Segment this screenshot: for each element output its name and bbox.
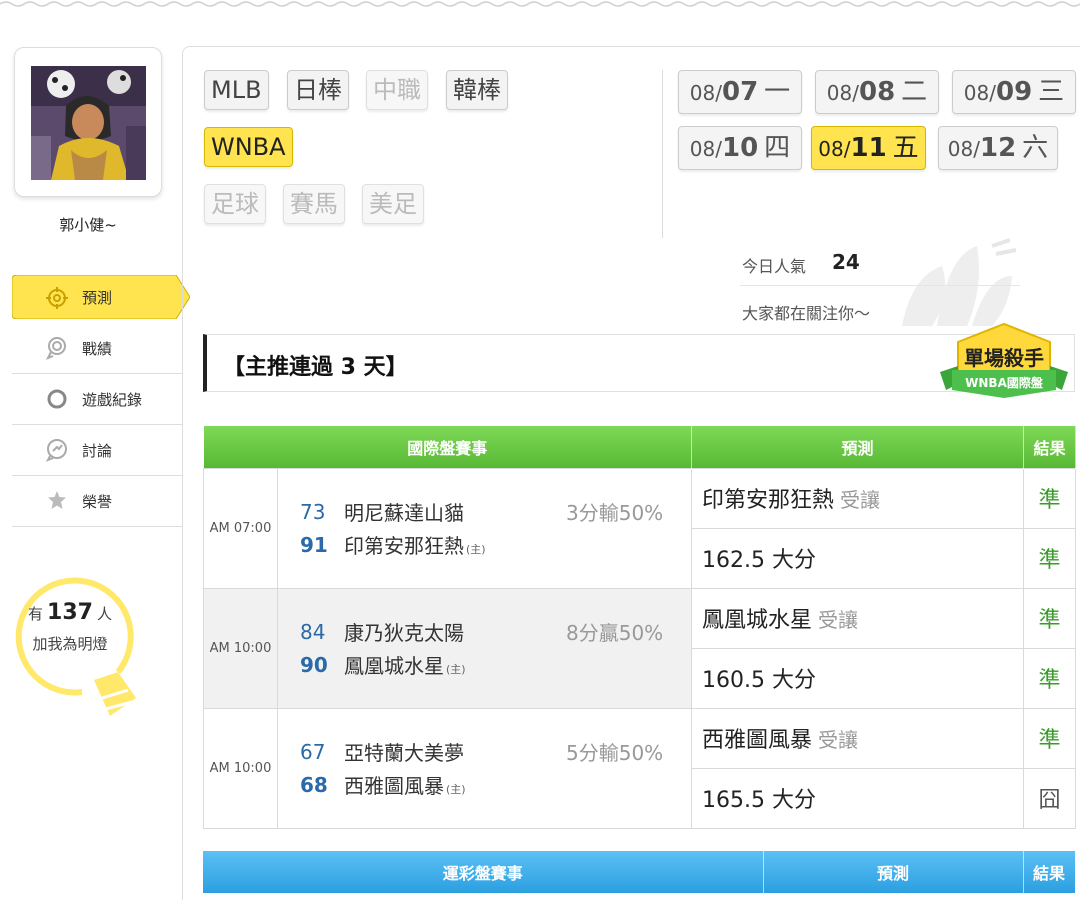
home-team: 印第安那狂熱 (主) bbox=[344, 534, 486, 558]
league-wnba-button[interactable]: WNBA bbox=[204, 127, 293, 167]
sport-lottery-table: 運彩盤賽事 預測 結果 bbox=[203, 851, 1076, 893]
prediction-total: 165.5 大分 bbox=[691, 767, 1025, 829]
avatar[interactable] bbox=[31, 66, 146, 180]
prediction-spread: 印第安那狂熱 受讓 bbox=[691, 467, 1025, 529]
spread-result: 3分輸50% bbox=[566, 501, 664, 525]
league-mlb-button[interactable]: MLB bbox=[204, 70, 269, 110]
sidebar-item-label: 討論 bbox=[82, 441, 113, 460]
chat-icon bbox=[44, 437, 70, 463]
decorative-watermark-icon bbox=[902, 238, 1017, 326]
date-button-0809[interactable]: 08/09 三 bbox=[952, 70, 1076, 114]
lamp-count: 137 bbox=[47, 600, 93, 625]
sidebar-item-label: 預測 bbox=[82, 289, 113, 307]
sidebar: 郭小健~ 預測 戰績 遊戲紀錄 討論 榮譽 有 137 人 加我為明燈 bbox=[0, 40, 190, 900]
sidebar-item-game-history[interactable]: 遊戲紀錄 bbox=[12, 374, 182, 425]
home-score: 91 bbox=[300, 532, 328, 557]
single-game-killer-badge: 單場殺手 WNBA國際盤 bbox=[938, 322, 1070, 406]
date-button-0812[interactable]: 08/12 六 bbox=[938, 126, 1058, 170]
away-score: 84 bbox=[300, 619, 326, 644]
prediction-result: 準 bbox=[1023, 467, 1077, 529]
badge-subtitle: WNBA國際盤 bbox=[965, 376, 1043, 390]
away-score: 67 bbox=[300, 739, 326, 764]
prediction-result: 準 bbox=[1023, 527, 1077, 589]
avatar-card[interactable] bbox=[14, 47, 162, 197]
prediction-result: 囧 bbox=[1023, 767, 1077, 829]
top-scallop-border bbox=[0, 1, 1080, 7]
medal-icon bbox=[44, 335, 70, 361]
home-tag: (主) bbox=[446, 783, 466, 796]
target-icon bbox=[44, 285, 70, 311]
vertical-divider bbox=[662, 70, 663, 238]
prediction-total: 160.5 大分 bbox=[691, 647, 1025, 709]
sidebar-item-prediction[interactable]: 預測 bbox=[12, 272, 190, 323]
spread-result: 8分贏50% bbox=[566, 621, 664, 645]
header-intl-match: 國際盤賽事 bbox=[203, 426, 693, 468]
date-button-0810[interactable]: 08/10 四 bbox=[678, 126, 802, 170]
streak-text: 【主推連過 3 天】 bbox=[223, 355, 408, 380]
home-team: 西雅圖風暴 (主) bbox=[344, 774, 466, 798]
game-matchup[interactable]: 84 康乃狄克太陽 8分贏50% 90 鳳凰城水星 (主) bbox=[276, 587, 693, 709]
badge-title: 單場殺手 bbox=[964, 346, 1044, 370]
sidebar-item-label: 遊戲紀錄 bbox=[82, 390, 143, 409]
popularity-message: 大家都在關注你～ bbox=[742, 304, 871, 323]
sidebar-item-record[interactable]: 戰績 bbox=[12, 323, 182, 374]
game-time: AM 07:00 bbox=[203, 467, 278, 589]
table-row: AM 10:00 84 康乃狄克太陽 8分贏50% 90 鳳凰城水星 (主) 鳳凰城水星… bbox=[203, 587, 1077, 709]
header-prediction: 預測 bbox=[763, 851, 1024, 893]
league-kbo-button[interactable]: 韓棒 bbox=[446, 70, 508, 110]
date-button-0807[interactable]: 08/07 一 bbox=[678, 70, 802, 114]
prediction-total: 162.5 大分 bbox=[691, 527, 1025, 589]
sidebar-item-label: 戰績 bbox=[82, 339, 113, 358]
game-matchup[interactable]: 73 明尼蘇達山貓 3分輸50% 91 印第安那狂熱 (主) bbox=[276, 467, 693, 589]
prediction-result: 準 bbox=[1023, 647, 1077, 709]
sidebar-nav: 預測 戰績 遊戲紀錄 討論 榮譽 bbox=[12, 272, 190, 527]
header-result: 結果 bbox=[1023, 426, 1077, 468]
table-row: AM 10:00 67 亞特蘭大美夢 5分輸50% 68 西雅圖風暴 (主) 西雅圖風暴… bbox=[203, 707, 1077, 829]
game-time: AM 10:00 bbox=[203, 707, 278, 829]
game-time: AM 10:00 bbox=[203, 587, 278, 709]
lamp-count-line: 有 137 人 bbox=[28, 600, 112, 625]
popularity-divider bbox=[740, 285, 1020, 286]
header-result: 結果 bbox=[1023, 851, 1076, 893]
home-score: 68 bbox=[300, 772, 328, 797]
league-npb-button[interactable]: 日棒 bbox=[287, 70, 349, 110]
date-button-0811[interactable]: 08/11 五 bbox=[811, 126, 926, 170]
prediction-spread: 鳳凰城水星 受讓 bbox=[691, 587, 1025, 649]
home-tag: (主) bbox=[446, 663, 466, 676]
away-team: 亞特蘭大美夢 bbox=[344, 741, 464, 765]
league-horse-racing-button[interactable]: 賽馬 bbox=[283, 184, 345, 224]
intl-games-table: 國際盤賽事 預測 結果 AM 07:00 73 明尼蘇達山貓 3分輸50% 91 印第… bbox=[203, 426, 1077, 829]
prediction-spread: 西雅圖風暴 受讓 bbox=[691, 707, 1025, 769]
sidebar-item-discussion[interactable]: 討論 bbox=[12, 425, 182, 476]
popularity-count: 24 bbox=[832, 250, 860, 274]
table-row: AM 07:00 73 明尼蘇達山貓 3分輸50% 91 印第安那狂熱 (主) 印第安那… bbox=[203, 467, 1077, 589]
away-score: 73 bbox=[300, 499, 326, 524]
prediction-result: 準 bbox=[1023, 707, 1077, 769]
sidebar-item-label: 榮譽 bbox=[82, 492, 113, 511]
date-button-0808[interactable]: 08/08 二 bbox=[815, 70, 939, 114]
trophy-icon bbox=[44, 488, 70, 514]
league-soccer-button[interactable]: 足球 bbox=[204, 184, 266, 224]
circle-icon bbox=[44, 386, 70, 412]
league-nfl-button[interactable]: 美足 bbox=[362, 184, 424, 224]
away-team: 康乃狄克太陽 bbox=[344, 621, 464, 645]
away-team: 明尼蘇達山貓 bbox=[344, 501, 464, 525]
league-cpbl-button[interactable]: 中職 bbox=[366, 70, 428, 110]
game-matchup[interactable]: 67 亞特蘭大美夢 5分輸50% 68 西雅圖風暴 (主) bbox=[276, 707, 693, 829]
sidebar-item-honor[interactable]: 榮譽 bbox=[12, 476, 182, 527]
prediction-result: 準 bbox=[1023, 587, 1077, 649]
header-sport-match: 運彩盤賽事 bbox=[203, 851, 764, 893]
lamp-follow-box[interactable]: 有 137 人 加我為明燈 bbox=[10, 568, 144, 728]
home-team: 鳳凰城水星 (主) bbox=[344, 654, 466, 678]
home-tag: (主) bbox=[466, 543, 486, 556]
lamp-label: 加我為明燈 bbox=[32, 635, 108, 653]
header-prediction: 預測 bbox=[691, 426, 1025, 468]
popularity-label: 今日人氣 bbox=[742, 257, 807, 276]
username: 郭小健~ bbox=[59, 216, 117, 234]
spread-result: 5分輸50% bbox=[566, 741, 664, 765]
home-score: 90 bbox=[300, 652, 328, 677]
